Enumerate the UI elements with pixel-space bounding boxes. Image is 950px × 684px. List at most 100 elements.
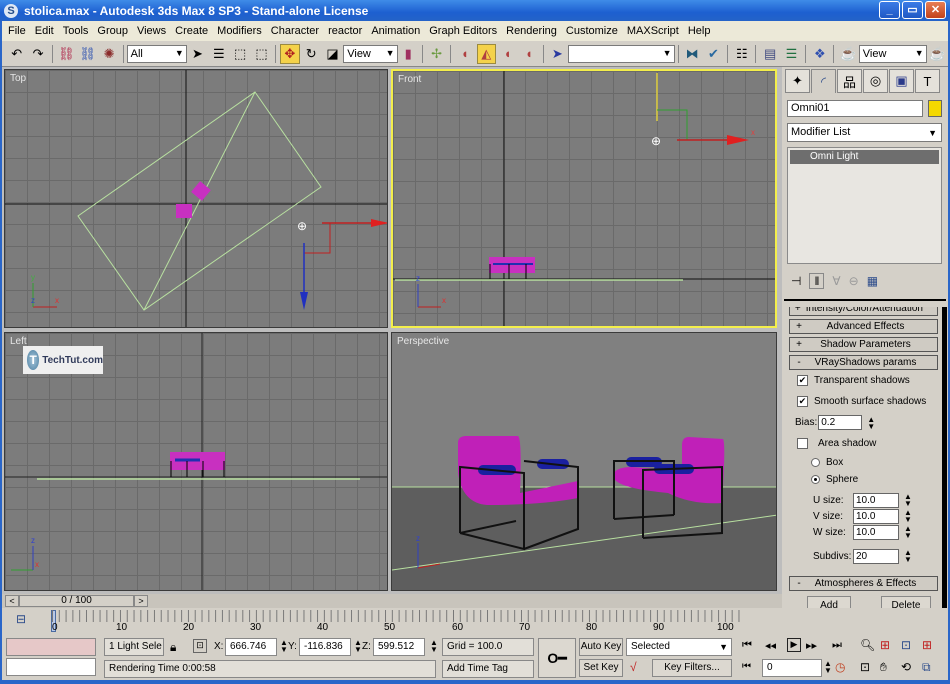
- v-size-input[interactable]: 10.0: [853, 508, 899, 524]
- add-time-tag-button[interactable]: Add Time Tag: [442, 660, 534, 678]
- region-zoom-icon[interactable]: ⊡: [860, 660, 870, 674]
- menu-group[interactable]: Group: [97, 25, 128, 37]
- open-mini-curve-editor-icon[interactable]: ⊟: [16, 612, 26, 626]
- modifier-list-dropdown[interactable]: Modifier List ▼: [787, 123, 942, 142]
- object-name-input[interactable]: Omni01: [787, 100, 923, 117]
- selection-filter-dropdown[interactable]: All ▼: [126, 44, 187, 63]
- 3dsmax-logo-icon[interactable]: S: [4, 3, 18, 18]
- motion-tab-icon[interactable]: ◎: [863, 69, 888, 93]
- select-and-link-icon[interactable]: ⛓: [57, 44, 76, 64]
- move-gizmo-y-arrow[interactable]: [300, 292, 308, 310]
- reference-coordinate-dropdown[interactable]: View ▼: [343, 44, 398, 63]
- rollout-intensity[interactable]: + Intensity/Color/Attenuation: [789, 307, 938, 316]
- select-by-name-icon[interactable]: ☰: [209, 44, 228, 64]
- unlink-icon[interactable]: ⛓: [78, 44, 97, 64]
- menu-graph-editors[interactable]: Graph Editors: [429, 25, 497, 37]
- minimize-button[interactable]: _: [879, 1, 900, 19]
- zoom-extents-all-icon[interactable]: ⊞: [922, 638, 932, 652]
- zoom-extents-icon[interactable]: ⊡: [901, 638, 911, 652]
- redo-icon[interactable]: ↷: [28, 44, 47, 64]
- quick-render-icon[interactable]: ☕: [928, 44, 947, 64]
- utilities-tab-icon[interactable]: T: [915, 69, 940, 93]
- named-selection-sets-dropdown[interactable]: ▼: [567, 44, 675, 63]
- chair-object[interactable]: [176, 204, 192, 218]
- lock-selection-icon[interactable]: 🔒︎: [170, 640, 176, 655]
- viewport-top[interactable]: Top ⊕ x y z: [4, 69, 388, 328]
- y-coord-input[interactable]: -116.836: [299, 638, 351, 656]
- w-size-input[interactable]: 10.0: [853, 524, 899, 540]
- arc-rotate-icon[interactable]: ⟲: [901, 660, 911, 674]
- curve-editor-icon[interactable]: ▤: [760, 44, 779, 64]
- rollout-shadow-parameters[interactable]: + Shadow Parameters: [789, 337, 938, 352]
- zoom-all-icon[interactable]: ⊞: [880, 638, 890, 652]
- schematic-view-icon[interactable]: ☰: [782, 44, 801, 64]
- configure-modifier-sets-icon[interactable]: ▦: [867, 274, 878, 288]
- x-spinner[interactable]: ▲ ▼: [280, 639, 288, 654]
- display-tab-icon[interactable]: ▣: [889, 69, 914, 93]
- hierarchy-tab-icon[interactable]: 品: [837, 69, 862, 93]
- rollout-vray-shadows[interactable]: - VRayShadows params: [789, 355, 938, 370]
- rollout-scrollbar[interactable]: [942, 307, 947, 632]
- window-crossing-icon[interactable]: ⬚: [252, 44, 271, 64]
- v-size-spinner[interactable]: ▲ ▼: [904, 509, 912, 524]
- w-size-spinner[interactable]: ▲ ▼: [904, 525, 912, 540]
- move-gizmo-x-arrow[interactable]: [727, 135, 749, 145]
- bias-spinner[interactable]: ▲ ▼: [867, 415, 875, 430]
- undo-icon[interactable]: ↶: [7, 44, 26, 64]
- show-end-result-icon[interactable]: ‖: [809, 273, 825, 289]
- render-type-dropdown[interactable]: View ▼: [858, 44, 927, 63]
- select-and-move-icon[interactable]: ✥: [280, 43, 300, 64]
- select-and-scale-icon[interactable]: ◪: [323, 44, 342, 64]
- transparent-shadows-checkbox[interactable]: ✔: [797, 375, 808, 386]
- modify-tab-icon[interactable]: ◜: [811, 69, 836, 93]
- menu-customize[interactable]: Customize: [566, 25, 618, 37]
- z-spinner[interactable]: ▲ ▼: [430, 639, 438, 654]
- current-frame-input[interactable]: 0: [762, 659, 822, 677]
- remove-modifier-icon[interactable]: ⊖: [849, 274, 859, 288]
- menu-tools[interactable]: Tools: [63, 25, 89, 37]
- gizmo-plane-handle[interactable]: [657, 109, 688, 140]
- go-to-end-icon[interactable]: ⏭: [832, 639, 842, 652]
- menu-create[interactable]: Create: [175, 25, 208, 37]
- menu-maxscript[interactable]: MAXScript: [627, 25, 679, 37]
- maximize-viewport-icon[interactable]: ⧉: [922, 660, 931, 675]
- zoom-icon[interactable]: 🔍︎: [860, 638, 875, 652]
- pivot-center-icon[interactable]: ▮: [399, 44, 418, 64]
- subdivs-spinner[interactable]: ▲ ▼: [904, 549, 912, 564]
- maximize-button[interactable]: ▭: [902, 1, 923, 19]
- percent-snap-icon[interactable]: ◖: [498, 44, 517, 64]
- go-to-start-icon[interactable]: ⏮: [742, 639, 752, 652]
- subdivs-input[interactable]: 20: [853, 548, 899, 564]
- set-key-icon[interactable]: O━: [538, 638, 576, 678]
- set-key-button[interactable]: Set Key: [579, 659, 623, 677]
- menu-modifiers[interactable]: Modifiers: [217, 25, 262, 37]
- box-radio[interactable]: [811, 458, 820, 467]
- maxscript-listener-white[interactable]: [6, 658, 96, 676]
- rectangular-selection-icon[interactable]: ⬚: [230, 44, 249, 64]
- key-filters-button[interactable]: Key Filters...: [652, 659, 732, 677]
- menu-reactor[interactable]: reactor: [328, 25, 362, 37]
- rollout-advanced-effects[interactable]: + Advanced Effects: [789, 319, 938, 334]
- track-bar[interactable]: ⊟ 0 10 20 30 40 50 60 70 80 90 100: [2, 608, 948, 635]
- next-frame-icon[interactable]: ▸▸: [806, 639, 817, 652]
- viewport-perspective[interactable]: z Perspective: [391, 332, 777, 591]
- z-coord-input[interactable]: 599.512: [373, 638, 425, 656]
- area-shadow-checkbox[interactable]: [797, 438, 808, 449]
- u-size-spinner[interactable]: ▲ ▼: [904, 493, 912, 508]
- align-icon[interactable]: ✔: [704, 44, 723, 64]
- material-editor-icon[interactable]: ❖: [810, 44, 829, 64]
- smooth-surface-checkbox[interactable]: ✔: [797, 396, 808, 407]
- pin-stack-icon[interactable]: ⊣: [791, 274, 801, 288]
- frame-spinner[interactable]: ▲ ▼: [824, 660, 832, 675]
- time-slider-thumb[interactable]: 0 / 100: [19, 595, 134, 607]
- auto-key-button[interactable]: Auto Key: [579, 638, 623, 656]
- menu-views[interactable]: Views: [137, 25, 166, 37]
- time-configuration-icon[interactable]: ◷: [835, 660, 845, 674]
- manipulate-icon[interactable]: ✢: [427, 44, 446, 64]
- menu-file[interactable]: File: [8, 25, 26, 37]
- pan-view-icon[interactable]: ✋︎: [880, 660, 887, 675]
- select-object-icon[interactable]: ➤: [188, 44, 207, 64]
- prev-frame-button[interactable]: <: [5, 595, 19, 607]
- render-scene-icon[interactable]: ☕: [838, 44, 857, 64]
- layer-manager-icon[interactable]: ☷: [732, 44, 751, 64]
